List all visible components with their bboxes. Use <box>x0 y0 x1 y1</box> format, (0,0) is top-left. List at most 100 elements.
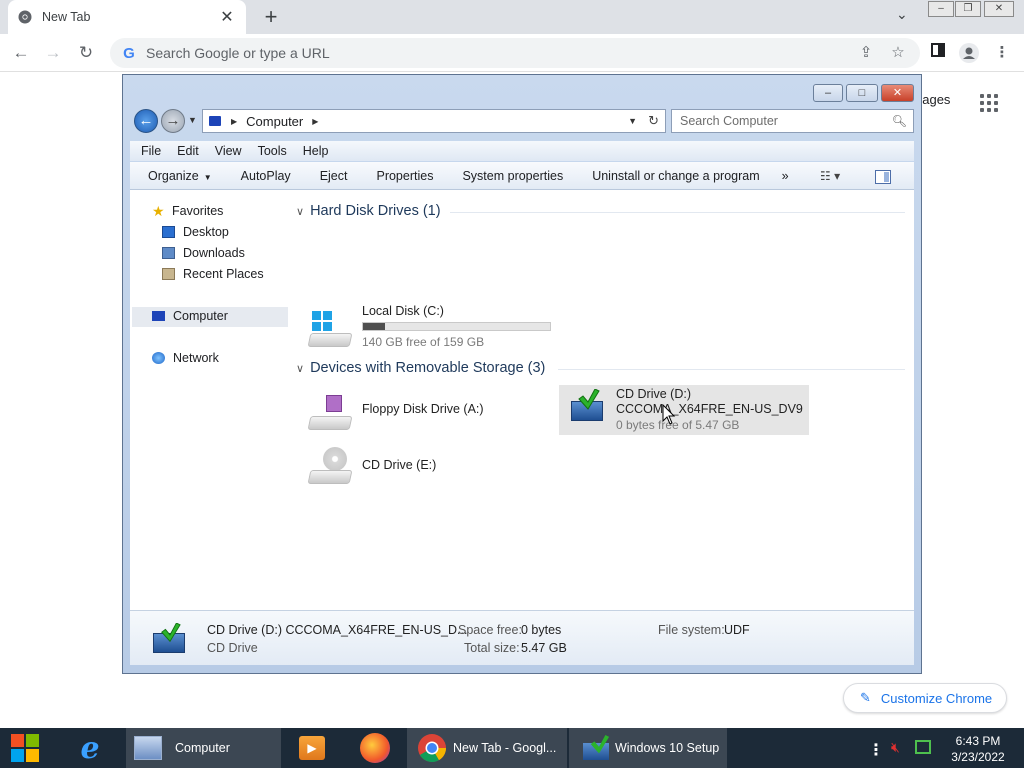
local-disk-c-label[interactable]: Local Disk (C:) <box>362 304 444 318</box>
menu-file[interactable]: File <box>141 144 161 158</box>
address-bar[interactable]: ▶ Computer ▶ ▼ ↻ <box>202 109 666 133</box>
mouse-cursor-icon <box>662 404 676 425</box>
taskbar-firefox[interactable] <box>356 728 394 768</box>
bookmark-star-icon[interactable]: ☆ <box>888 43 908 63</box>
chevron-down-icon: ▼ <box>203 172 212 182</box>
omnibox-input[interactable] <box>146 45 706 61</box>
organize-button[interactable]: Organize ▼ <box>148 169 212 183</box>
disk-usage-bar <box>362 322 551 331</box>
recent-pages-chevron-icon[interactable]: ▼ <box>188 115 197 125</box>
address-dropdown-icon[interactable]: ▼ <box>628 116 637 126</box>
file-system-value: UDF <box>724 623 750 637</box>
search-icon[interactable]: 🔍︎ <box>892 114 907 128</box>
media-player-icon: ▶ <box>299 736 325 760</box>
cd-drive-e-label[interactable]: CD Drive (E:) <box>362 458 436 472</box>
taskbar-windows-setup[interactable]: Windows 10 Setup <box>569 728 727 768</box>
floppy-drive-a-label[interactable]: Floppy Disk Drive (A:) <box>362 402 484 416</box>
breadcrumb-arrow-icon[interactable]: ▶ <box>231 117 237 126</box>
group-hard-disk-drives[interactable]: ∨ Hard Disk Drives (1) <box>296 203 441 219</box>
taskbar-media-player[interactable]: ▶ <box>296 728 328 768</box>
internet-explorer-icon: e <box>80 730 100 766</box>
clock[interactable]: 6:43 PM 3/23/2022 <box>948 733 1008 773</box>
explorer-maximize-button[interactable]: □ <box>846 84 878 102</box>
chrome-icon <box>418 734 446 762</box>
star-icon: ★ <box>152 203 165 219</box>
customize-chrome-button[interactable]: ✎ Customize Chrome <box>843 683 1007 713</box>
local-disk-c-free: 140 GB free of 159 GB <box>362 335 485 349</box>
menu-tools[interactable]: Tools <box>258 144 287 158</box>
explorer-back-icon[interactable]: ← <box>134 109 158 133</box>
reload-icon[interactable]: ↻ <box>75 42 97 64</box>
explorer-forward-icon[interactable]: → <box>161 109 185 133</box>
breadcrumb-arrow-icon[interactable]: ▶ <box>312 117 318 126</box>
menu-help[interactable]: Help <box>303 144 329 158</box>
close-button[interactable]: ✕ <box>984 1 1014 17</box>
file-system-label: File system: <box>658 623 725 637</box>
volume-muted-icon[interactable]: 🔇︎ <box>891 739 900 779</box>
autoplay-button[interactable]: AutoPlay <box>241 169 291 183</box>
nav-recent-places[interactable]: Recent Places <box>162 267 264 281</box>
computer-icon <box>134 736 162 760</box>
cd-drive-d-label[interactable]: CD Drive (D:) <box>616 387 691 401</box>
search-input[interactable] <box>680 114 880 128</box>
network-icon <box>152 352 165 364</box>
properties-button[interactable]: Properties <box>376 169 433 183</box>
change-view-icon[interactable]: ☷ ▾ <box>820 169 840 183</box>
firefox-icon <box>360 733 390 763</box>
taskbar-chrome[interactable]: New Tab - Googl... <box>407 728 567 768</box>
tab-close-icon[interactable]: ✕ <box>218 7 236 27</box>
tab-new-tab[interactable]: New Tab ✕ <box>8 0 246 34</box>
cd-drive-d-icon[interactable] <box>569 389 605 423</box>
clock-time: 6:43 PM <box>955 734 1001 748</box>
floppy-drive-a-icon[interactable] <box>307 393 353 433</box>
network-tray-icon[interactable] <box>915 740 931 780</box>
tab-search-chevron-icon[interactable]: ⌄ <box>896 6 908 23</box>
omnibox[interactable]: G <box>110 38 920 68</box>
eject-button[interactable]: Eject <box>320 169 348 183</box>
minimize-button[interactable]: – <box>928 1 954 17</box>
desktop-icon <box>162 226 175 238</box>
nav-downloads[interactable]: Downloads <box>162 246 245 260</box>
menu-edit[interactable]: Edit <box>177 144 199 158</box>
chevron-down-icon[interactable]: ∨ <box>296 362 304 375</box>
google-apps-icon[interactable] <box>980 94 1000 114</box>
nav-desktop[interactable]: Desktop <box>162 225 229 239</box>
system-properties-button[interactable]: System properties <box>462 169 563 183</box>
profile-avatar-icon[interactable] <box>959 43 979 63</box>
search-box[interactable]: 🔍︎ <box>671 109 914 133</box>
computer-icon <box>152 311 165 321</box>
total-size-label: Total size: <box>464 641 520 655</box>
space-free-label: Space free: <box>458 623 522 637</box>
clock-date: 3/23/2022 <box>951 750 1005 764</box>
restore-button[interactable]: ❐ <box>955 1 981 17</box>
uninstall-program-button[interactable]: Uninstall or change a program <box>592 169 759 183</box>
start-button[interactable] <box>8 728 48 768</box>
chevron-down-icon[interactable]: ∨ <box>296 205 304 218</box>
back-arrow-icon[interactable]: ← <box>10 42 32 64</box>
menu-kebab-icon[interactable]: ⋮ <box>992 43 1012 63</box>
preview-pane-icon[interactable] <box>875 170 891 184</box>
nav-computer[interactable]: Computer <box>152 309 228 323</box>
setup-icon <box>583 735 611 761</box>
refresh-icon[interactable]: ↻ <box>648 113 659 129</box>
tray-overflow-icon[interactable]: ⋮ <box>868 740 884 780</box>
local-disk-c-icon[interactable] <box>307 310 353 350</box>
chrome-favicon-icon <box>18 10 32 24</box>
breadcrumb-computer[interactable]: Computer <box>246 114 303 129</box>
nav-network[interactable]: Network <box>152 351 219 365</box>
explorer-close-button[interactable]: ✕ <box>881 84 914 102</box>
menu-view[interactable]: View <box>215 144 242 158</box>
more-commands-button[interactable]: » <box>782 169 789 183</box>
explorer-minimize-button[interactable]: – <box>813 84 843 102</box>
nav-favorites[interactable]: ★ Favorites <box>152 204 223 218</box>
new-tab-button[interactable]: + <box>260 4 282 30</box>
taskbar-computer[interactable]: Computer <box>126 728 281 768</box>
forward-arrow-icon[interactable]: → <box>42 42 64 64</box>
side-panel-icon[interactable] <box>928 43 948 63</box>
cd-drive-e-icon[interactable] <box>307 447 353 487</box>
group-removable-storage[interactable]: ∨ Devices with Removable Storage (3) <box>296 360 545 376</box>
taskbar-internet-explorer[interactable]: e <box>70 728 110 768</box>
share-icon[interactable]: ⇪ <box>856 43 876 63</box>
details-pane: CD Drive (D:) CCCOMA_X64FRE_EN-US_D... C… <box>130 610 914 665</box>
details-title: CD Drive (D:) CCCOMA_X64FRE_EN-US_D... <box>207 623 468 637</box>
